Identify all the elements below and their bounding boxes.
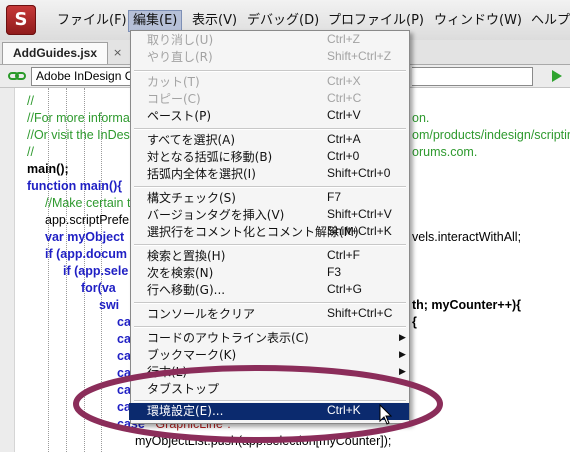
menu-item-tab-stops[interactable]: タブストップ xyxy=(131,381,409,398)
menu-item-select-bracket[interactable]: 括弧内全体を選択(I) Shift+Ctrl+0 xyxy=(131,166,409,183)
code-line-tail: vels.interactWithAll; xyxy=(412,230,522,244)
code-line: if (app.sele xyxy=(63,264,129,278)
code-line: //Make certain t xyxy=(45,196,131,210)
indent-guide xyxy=(48,88,49,452)
close-icon[interactable]: × xyxy=(113,46,122,59)
target-application-select[interactable]: Adobe InDesign C xyxy=(31,67,141,86)
menu-item-find-replace[interactable]: 検索と置換(H) Ctrl+F xyxy=(131,248,409,265)
menu-item-redo[interactable]: やり直し(R) Shift+Ctrl+Z xyxy=(131,49,409,66)
menu-item-bookmarks[interactable]: ブックマーク(K) ▶ xyxy=(131,347,409,364)
app-logo-icon: S xyxy=(6,5,36,35)
menu-item-code-outline[interactable]: コードのアウトライン表示(C) ▶ xyxy=(131,330,409,347)
menu-item-cut[interactable]: カット(T) Ctrl+X xyxy=(131,74,409,91)
code-line: // xyxy=(27,145,34,159)
tab-addguides[interactable]: AddGuides.jsx xyxy=(2,42,109,64)
menu-window[interactable]: ウィンドウ(W) xyxy=(430,11,526,31)
code-line: myObjectList.push(app.selection[myCounte… xyxy=(135,434,392,448)
menu-item-find-next[interactable]: 次を検索(N) F3 xyxy=(131,265,409,282)
code-line: // xyxy=(27,94,34,108)
code-line: main(); xyxy=(27,162,69,176)
code-line: swi xyxy=(99,298,120,312)
target-engine-select[interactable] xyxy=(412,67,533,86)
code-line-tail: th; myCounter++){ xyxy=(412,298,522,312)
menu-view[interactable]: 表示(V) xyxy=(188,11,241,31)
menu-item-goto-bracket[interactable]: 対となる括弧に移動(B) Ctrl+0 xyxy=(131,149,409,166)
code-line: app.scriptPrefe xyxy=(45,213,130,227)
code-line: ca xyxy=(117,315,131,329)
tab-label: AddGuides.jsx xyxy=(13,46,98,60)
menu-item-copy[interactable]: コピー(C) Ctrl+C xyxy=(131,91,409,108)
code-line: ca xyxy=(117,383,131,397)
menu-debug[interactable]: デバッグ(D) xyxy=(243,11,323,31)
code-line: ca xyxy=(117,332,131,346)
menu-item-undo[interactable]: 取り消し(U) Ctrl+Z xyxy=(131,32,409,49)
menu-separator xyxy=(134,186,406,188)
menu-separator xyxy=(134,70,406,72)
edit-menu-dropdown: 取り消し(U) Ctrl+Z やり直し(R) Shift+Ctrl+Z カット(T)… xyxy=(129,30,410,424)
mouse-pointer-icon xyxy=(379,404,393,425)
code-line: for(va xyxy=(81,281,116,295)
submenu-arrow-icon: ▶ xyxy=(399,333,406,343)
menu-separator xyxy=(134,302,406,304)
code-line: ca xyxy=(117,349,131,363)
menu-profile[interactable]: プロファイル(P) xyxy=(324,11,428,31)
menu-item-clear-console[interactable]: コンソールをクリア Shift+Ctrl+C xyxy=(131,306,409,323)
link-icon[interactable] xyxy=(8,70,26,82)
menu-item-insert-version-tag[interactable]: バージョンタグを挿入(V) Shift+Ctrl+V xyxy=(131,207,409,224)
menu-separator xyxy=(134,244,406,246)
menu-item-goto-line[interactable]: 行へ移動(G)... Ctrl+G xyxy=(131,282,409,299)
menu-item-syntax-check[interactable]: 構文チェック(S) F7 xyxy=(131,190,409,207)
code-line: //For more informa xyxy=(27,111,130,125)
code-line: //Or visit the InDesi xyxy=(27,128,133,142)
menu-item-select-all[interactable]: すべてを選択(A) Ctrl+A xyxy=(131,132,409,149)
menu-separator xyxy=(134,400,406,402)
code-line: if (app.docum xyxy=(45,247,127,261)
run-icon[interactable] xyxy=(552,70,562,82)
code-line: ca xyxy=(117,366,131,380)
menu-edit[interactable]: 編集(E) xyxy=(128,10,183,32)
code-line: var myObject xyxy=(45,230,125,244)
code-line-tail: orums.com. xyxy=(412,145,478,159)
code-line-tail: om/products/indesign/scripting xyxy=(412,128,570,142)
menu-item-preferences[interactable]: 環境設定(E)... Ctrl+K xyxy=(129,403,409,420)
editor-gutter xyxy=(0,88,15,452)
menu-item-line-endings[interactable]: 行末(L) ▶ xyxy=(131,364,409,381)
submenu-arrow-icon: ▶ xyxy=(399,367,406,377)
menu-help[interactable]: ヘルプ xyxy=(527,11,570,31)
code-line-tail: { xyxy=(412,315,417,329)
submenu-arrow-icon: ▶ xyxy=(399,350,406,360)
menu-item-paste[interactable]: ペースト(P) Ctrl+V xyxy=(131,108,409,125)
menu-item-toggle-comment[interactable]: 選択行をコメント化とコメント解除(M) Shift+Ctrl+K xyxy=(131,224,409,241)
menu-separator xyxy=(134,128,406,130)
code-line: function main(){ xyxy=(27,179,123,193)
code-line-tail: on. xyxy=(412,111,430,125)
menu-separator xyxy=(134,326,406,328)
menu-file[interactable]: ファイル(F) xyxy=(53,11,131,31)
